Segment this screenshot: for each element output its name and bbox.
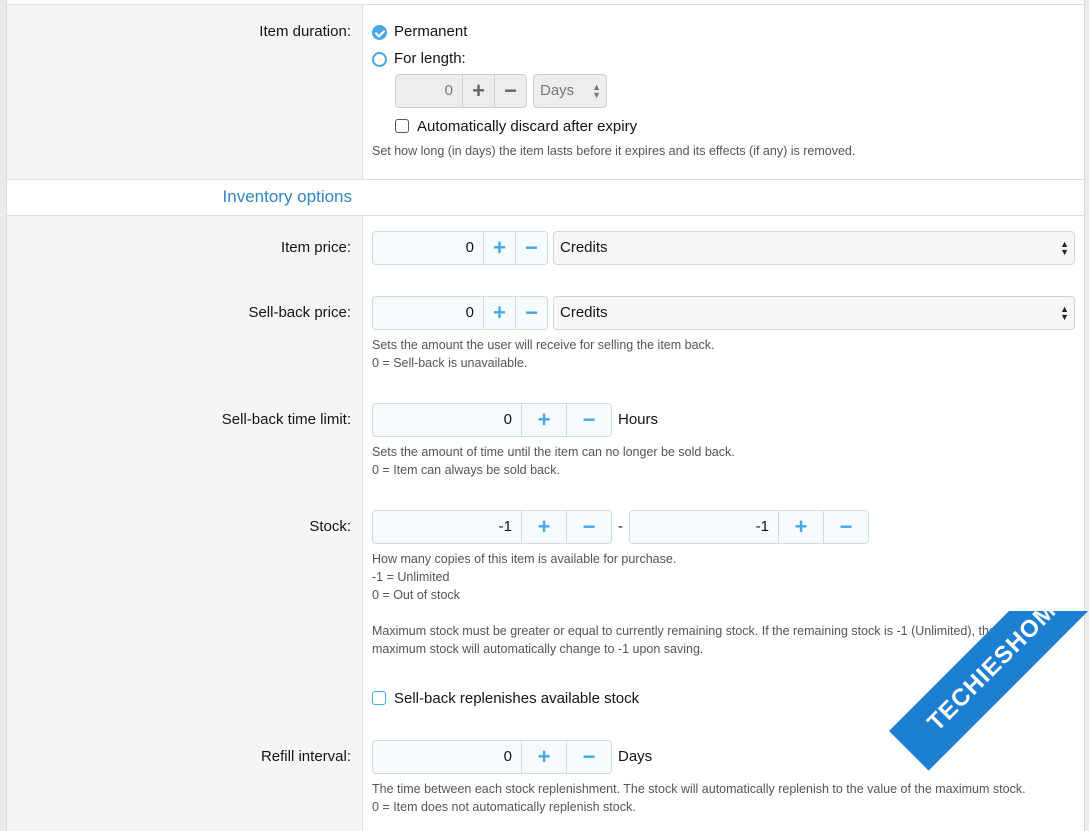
stock-min-increment-button[interactable]: +	[521, 511, 566, 543]
item-duration-row: Item duration: Permanent For length: 0 +…	[7, 4, 1084, 180]
stock-min-decrement-button[interactable]: −	[566, 511, 611, 543]
refill-decrement-button[interactable]: −	[566, 741, 611, 773]
sellback-time-unit: Hours	[618, 411, 659, 428]
watermark: TECHIESHOME.COM	[879, 611, 1089, 831]
refill-interval-unit: Days	[618, 748, 653, 765]
auto-discard-label: Automatically discard after expiry	[417, 118, 638, 135]
sellback-time-value[interactable]: 0	[373, 404, 521, 436]
refill-interval-value[interactable]: 0	[373, 741, 521, 773]
sellback-time-increment-button[interactable]: +	[521, 404, 566, 436]
item-price-decrement-button[interactable]: −	[515, 232, 547, 264]
stock-max-decrement-button[interactable]: −	[823, 511, 868, 543]
replenish-checkbox[interactable]	[372, 691, 386, 705]
stock-max-stepper: -1 + −	[629, 510, 869, 544]
sellback-price-label: Sell-back price:	[248, 304, 351, 321]
sellback-time-decrement-button[interactable]: −	[566, 404, 611, 436]
sellback-time-stepper: 0 + −	[372, 403, 612, 437]
length-value[interactable]: 0	[396, 75, 462, 107]
for-length-label: For length:	[394, 50, 466, 67]
item-duration-label-cell: Item duration:	[7, 5, 363, 179]
item-price-increment-button[interactable]: +	[483, 232, 515, 264]
stock-max-increment-button[interactable]: +	[778, 511, 823, 543]
item-duration-label: Item duration:	[259, 23, 351, 40]
stock-hint-2: -1 = Unlimited	[372, 570, 450, 584]
sellback-currency-select[interactable]: Credits ▲ ▼	[553, 296, 1075, 330]
stock-min-value[interactable]: -1	[373, 511, 521, 543]
item-price-currency-select[interactable]: Credits ▲ ▼	[553, 231, 1075, 265]
sellback-price-increment-button[interactable]: +	[483, 297, 515, 329]
length-decrement-button[interactable]: −	[494, 75, 526, 107]
inventory-labels-column: Item price: Sell-back price: Sell-back t…	[7, 216, 363, 831]
sellback-price-value[interactable]: 0	[373, 297, 483, 329]
select-arrows-icon: ▲ ▼	[1060, 304, 1069, 322]
section-spacer	[363, 180, 1084, 215]
stock-label: Stock:	[309, 518, 351, 535]
section-title-cell: Inventory options	[7, 180, 363, 215]
select-arrows-icon: ▲ ▼	[1060, 239, 1069, 257]
stock-hint-5: maximum stock will automatically change …	[372, 642, 704, 656]
select-arrows-icon: ▲ ▼	[592, 82, 601, 100]
permanent-radio[interactable]	[372, 25, 387, 40]
stock-hint-3: 0 = Out of stock	[372, 588, 460, 602]
length-increment-button[interactable]: +	[462, 75, 494, 107]
item-price-currency-value: Credits	[560, 239, 608, 256]
sellback-time-hint-1: Sets the amount of time until the item c…	[372, 445, 735, 459]
item-price-value[interactable]: 0	[373, 232, 483, 264]
sellback-hint-2: 0 = Sell-back is unavailable.	[372, 356, 528, 370]
length-unit-value: Days	[540, 82, 575, 99]
stock-min-stepper: -1 + −	[372, 510, 612, 544]
item-duration-controls: Permanent For length: 0 + − Days ▲ ▼ Auto…	[363, 5, 1084, 179]
refill-interval-stepper: 0 + −	[372, 740, 612, 774]
item-price-label: Item price:	[280, 239, 351, 256]
auto-discard-checkbox[interactable]	[395, 119, 409, 133]
sellback-price-stepper: 0 + −	[372, 296, 548, 330]
watermark-text: TECHIESHOME.COM	[889, 611, 1089, 771]
sellback-currency-value: Credits	[560, 304, 608, 321]
section-title: Inventory options	[222, 187, 352, 206]
length-stepper: 0 + −	[395, 74, 527, 108]
replenish-label: Sell-back replenishes available stock	[394, 690, 640, 707]
item-price-stepper: 0 + −	[372, 231, 548, 265]
refill-interval-label: Refill interval:	[260, 748, 351, 765]
sellback-hint-1: Sets the amount the user will receive fo…	[372, 338, 715, 352]
permanent-label: Permanent	[394, 23, 468, 40]
sellback-time-hint-2: 0 = Item can always be sold back.	[372, 463, 560, 477]
duration-hint: Set how long (in days) the item lasts be…	[372, 144, 856, 158]
sellback-time-label: Sell-back time limit:	[221, 411, 351, 428]
length-unit-select[interactable]: Days ▲ ▼	[533, 74, 607, 108]
refill-increment-button[interactable]: +	[521, 741, 566, 773]
stock-range-separator: -	[618, 518, 623, 535]
sellback-price-decrement-button[interactable]: −	[515, 297, 547, 329]
stock-hint-1: How many copies of this item is availabl…	[372, 552, 677, 566]
for-length-radio[interactable]	[372, 52, 387, 67]
refill-hint-2: 0 = Item does not automatically replenis…	[372, 800, 636, 814]
stock-max-value[interactable]: -1	[630, 511, 778, 543]
inventory-options-header: Inventory options	[7, 180, 1084, 216]
